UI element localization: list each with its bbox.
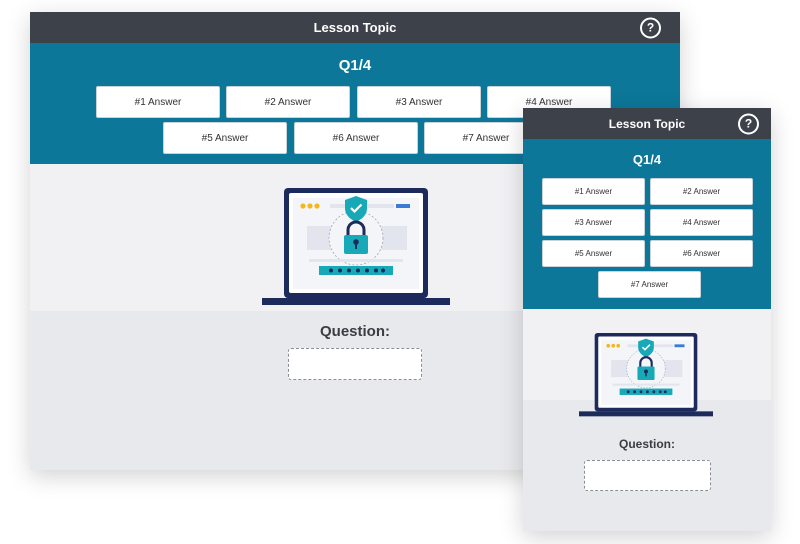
desktop-answer-button-2[interactable]: #2 Answer	[226, 86, 350, 118]
mobile-answer-button-5[interactable]: #5 Answer	[542, 240, 645, 267]
stage: Lesson Topic ? Q1/4 #1 Answer #2 Answer …	[0, 0, 800, 544]
mobile-lesson-title: Lesson Topic	[608, 116, 686, 131]
mobile-answer-button-2[interactable]: #2 Answer	[650, 178, 753, 205]
desktop-answer-button-3[interactable]: #3 Answer	[357, 86, 481, 118]
mobile-answer-button-7[interactable]: #7 Answer	[598, 271, 701, 298]
mobile-question-band: Q1/4 #1 Answer #2 Answer #3 Answer #4 An…	[523, 139, 771, 309]
mobile-question-area: Question:	[523, 309, 771, 531]
desktop-answer-button-6[interactable]: #6 Answer	[294, 122, 418, 154]
mobile-answer-button-4[interactable]: #4 Answer	[650, 209, 753, 236]
desktop-answer-input[interactable]	[288, 348, 422, 380]
desktop-lesson-title: Lesson Topic	[313, 20, 397, 35]
mobile-question-label: Question:	[619, 437, 675, 451]
help-icon[interactable]: ?	[738, 113, 759, 134]
mobile-answer-button-3[interactable]: #3 Answer	[542, 209, 645, 236]
laptop-security-illustration	[579, 332, 713, 417]
mobile-answer-input[interactable]	[584, 460, 711, 491]
desktop-header-bar: Lesson Topic ?	[30, 12, 680, 43]
help-icon[interactable]: ?	[640, 17, 661, 38]
mobile-header-bar: Lesson Topic ?	[523, 108, 771, 139]
desktop-answer-button-5[interactable]: #5 Answer	[163, 122, 287, 154]
laptop-security-illustration	[262, 188, 450, 305]
desktop-question-counter: Q1/4	[338, 57, 372, 74]
desktop-answer-button-1[interactable]: #1 Answer	[96, 86, 220, 118]
mobile-question-counter: Q1/4	[632, 152, 662, 167]
mobile-answer-button-1[interactable]: #1 Answer	[542, 178, 645, 205]
mobile-lesson-window: Lesson Topic ? Q1/4 #1 Answer #2 Answer …	[523, 108, 771, 531]
mobile-answer-button-6[interactable]: #6 Answer	[650, 240, 753, 267]
